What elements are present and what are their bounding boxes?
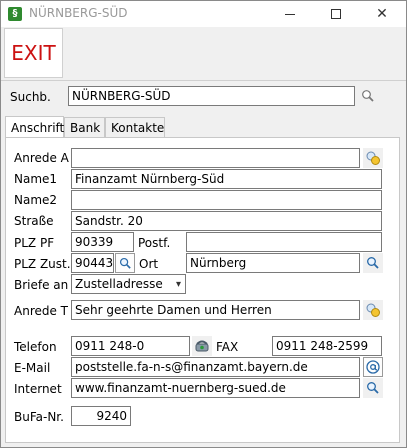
briefe-an-value: Zustelladresse (75, 277, 163, 291)
tab-kontakte[interactable]: Kontakte (105, 117, 165, 138)
magnifier-icon (119, 257, 131, 269)
search-button[interactable] (358, 86, 378, 106)
bufa-label: BuFa-Nr. (14, 410, 64, 424)
plz-lookup-button[interactable] (115, 253, 135, 273)
anrede-a-picker-button[interactable] (363, 148, 383, 168)
badge-picker-icon (366, 303, 380, 317)
magnifier-icon (367, 382, 379, 394)
badge-picker-icon (366, 151, 380, 165)
telefon-label: Telefon (14, 340, 57, 354)
minimize-icon (285, 13, 295, 15)
close-button[interactable]: ✕ (359, 1, 405, 27)
plz-zust-label: PLZ Zust. (14, 257, 71, 271)
chevron-down-icon: ▾ (175, 279, 181, 290)
tab-anschrift[interactable]: Anschrift (5, 116, 64, 138)
name1-field[interactable]: Finanzamt Nürnberg-Süd (71, 169, 382, 189)
plz-pf-field[interactable]: 90339 (71, 232, 134, 252)
maximize-button[interactable] (313, 1, 359, 27)
email-label: E-Mail (14, 361, 51, 375)
postf-field[interactable] (186, 232, 382, 252)
strasse-label: Straße (14, 214, 54, 228)
toolbar-divider (1, 80, 406, 81)
magnifier-icon (362, 90, 374, 102)
briefe-an-label: Briefe an (14, 278, 69, 292)
title-bar[interactable]: § NÜRNBERG-SÜD ✕ (1, 1, 406, 27)
anrede-a-label: Anrede A (14, 151, 69, 165)
anrede-a-field[interactable] (71, 148, 360, 168)
name2-field[interactable] (71, 190, 382, 210)
plz-pf-label: PLZ PF (14, 236, 55, 250)
bufa-field[interactable]: 9240 (71, 406, 131, 426)
exit-button[interactable]: EXIT (4, 28, 63, 78)
telefon-field[interactable]: 0911 248-0 (71, 336, 190, 356)
close-icon: ✕ (376, 6, 388, 22)
search-input[interactable]: NÜRNBERG-SÜD (68, 86, 355, 106)
internet-field[interactable]: www.finanzamt-nuernberg-sued.de (71, 378, 360, 398)
email-field[interactable]: poststelle.fa-n-s@finanzamt.bayern.de (71, 357, 360, 377)
app-icon: § (8, 7, 22, 21)
strasse-field[interactable]: Sandstr. 20 (71, 211, 382, 231)
minimize-button[interactable] (267, 1, 313, 27)
ort-field[interactable]: Nürnberg (186, 253, 360, 273)
name2-label: Name2 (14, 193, 58, 207)
plz-zust-field[interactable]: 90443 (71, 253, 114, 273)
dial-button[interactable] (192, 336, 212, 356)
briefe-an-select[interactable]: Zustelladresse ▾ (71, 274, 186, 294)
fax-field[interactable]: 0911 248-2599 (272, 336, 382, 356)
at-sign-icon (366, 360, 380, 374)
name1-label: Name1 (14, 172, 58, 186)
send-email-button[interactable] (363, 357, 383, 377)
app-window: § NÜRNBERG-SÜD ✕ EXIT Suchb. NÜRNBERG-SÜ… (0, 0, 407, 448)
ort-label: Ort (139, 257, 159, 271)
window-title: NÜRNBERG-SÜD (29, 6, 128, 20)
internet-label: Internet (14, 382, 62, 396)
anrede-t-label: Anrede T (14, 304, 69, 318)
magnifier-icon (367, 257, 379, 269)
open-website-button[interactable] (363, 378, 383, 398)
ort-search-button[interactable] (363, 253, 383, 273)
anrede-t-picker-button[interactable] (363, 300, 383, 320)
postf-label: Postf. (138, 236, 171, 250)
maximize-icon (331, 9, 341, 19)
tab-bank[interactable]: Bank (64, 117, 105, 138)
search-label: Suchb. (10, 90, 51, 104)
phone-icon (195, 340, 209, 352)
fax-label: FAX (216, 340, 239, 354)
anrede-t-field[interactable]: Sehr geehrte Damen und Herren (71, 300, 360, 320)
